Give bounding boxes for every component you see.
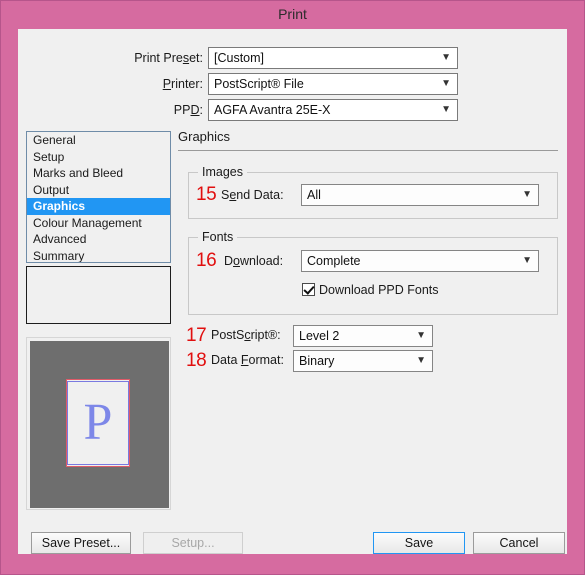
ppd-label-accel: D: [190, 103, 200, 117]
print-preset-value: [Custom]: [214, 51, 265, 65]
category-description-box: [26, 266, 171, 324]
download-label: Download:: [224, 251, 283, 271]
printer-row: Printer: PostScript® File ▼: [18, 73, 546, 95]
images-group-legend: Images: [198, 165, 247, 179]
save-preset-button[interactable]: Save Preset...: [31, 532, 131, 554]
annotation-number-18: 18: [186, 350, 207, 371]
ppd-combobox[interactable]: AGFA Avantra 25E-X ▼: [208, 99, 458, 121]
download-ppd-fonts-checkbox[interactable]: [302, 283, 315, 296]
annotation-number-17: 17: [186, 325, 207, 346]
send-data-label-post: nd Data:: [236, 188, 284, 202]
data-format-label: Data Format:: [211, 350, 284, 370]
chevron-down-icon[interactable]: ▼: [522, 251, 532, 271]
data-format-label-accel: F: [240, 353, 249, 367]
sidebar-item-general[interactable]: General: [27, 132, 170, 149]
download-ppd-fonts-label: Download PPD Fonts: [319, 283, 439, 297]
annotation-number-16: 16: [196, 250, 217, 271]
postscript-label: PostScript®:: [211, 325, 281, 345]
data-format-row: 18 Data Format: Binary ▼: [178, 350, 558, 374]
send-data-value: All: [307, 188, 321, 202]
fonts-groupbox: Fonts 16 Download: Complete ▼ Download P…: [188, 230, 558, 315]
download-label-accel: o: [233, 254, 240, 268]
download-value: Complete: [307, 254, 361, 268]
chevron-down-icon[interactable]: ▼: [416, 326, 426, 346]
printer-label-post: rinter:: [171, 77, 203, 91]
postscript-label-post: ript®:: [250, 328, 281, 342]
save-button[interactable]: Save: [373, 532, 465, 554]
download-combobox[interactable]: Complete ▼: [301, 250, 539, 272]
graphics-pane: Graphics Images 15 Send Data: All ▼ Font…: [178, 129, 558, 409]
sidebar-item-output[interactable]: Output: [27, 182, 170, 199]
preview-page-sheet: P: [66, 379, 130, 467]
window-title: Print: [278, 6, 307, 22]
preview-page-inner-bleed: P: [67, 381, 129, 465]
postscript-combobox[interactable]: Level 2 ▼: [293, 325, 433, 347]
printer-value: PostScript® File: [214, 77, 304, 91]
print-preview-panel: P: [26, 337, 171, 510]
chevron-down-icon[interactable]: ▼: [441, 100, 451, 120]
send-data-label: Send Data:: [221, 185, 284, 205]
download-label-pre: D: [224, 254, 234, 268]
chevron-down-icon[interactable]: ▼: [441, 48, 451, 68]
print-preset-label-pre: Print Pre: [134, 51, 183, 65]
sidebar-item-colour-management[interactable]: Colour Management: [27, 215, 170, 232]
ppd-label: PPD:: [18, 99, 203, 121]
download-label-post: wnload:: [239, 254, 284, 268]
print-preset-label-post: et:: [189, 51, 203, 65]
data-format-label-post: ormat:: [248, 353, 284, 367]
printer-label-accel: P: [162, 77, 172, 91]
postscript-label-pre: PostS: [211, 328, 245, 342]
pane-title-divider: [178, 150, 558, 151]
chevron-down-icon[interactable]: ▼: [441, 74, 451, 94]
annotation-number-15: 15: [196, 184, 217, 205]
ppd-label-pre: PP: [173, 103, 191, 117]
cancel-button[interactable]: Cancel: [473, 532, 565, 554]
preview-canvas: P: [30, 341, 169, 508]
print-preset-row: Print Preset: [Custom] ▼: [18, 47, 546, 69]
dialog-client-area: Print Preset: [Custom] ▼ Printer: PostSc…: [18, 29, 567, 554]
data-format-value: Binary: [299, 354, 335, 368]
ppd-value: AGFA Avantra 25E-X: [214, 103, 331, 117]
data-format-label-pre: Data: [211, 353, 241, 367]
postscript-row: 17 PostScript®: Level 2 ▼: [178, 325, 558, 349]
printer-combobox[interactable]: PostScript® File ▼: [208, 73, 458, 95]
preview-page-letter: P: [83, 394, 113, 451]
category-list[interactable]: General Setup Marks and Bleed Output Gra…: [26, 131, 171, 263]
print-preset-combobox[interactable]: [Custom] ▼: [208, 47, 458, 69]
ppd-row: PPD: AGFA Avantra 25E-X ▼: [18, 99, 546, 121]
sidebar-item-summary[interactable]: Summary: [27, 248, 170, 263]
sidebar-item-setup[interactable]: Setup: [27, 149, 170, 166]
send-data-combobox[interactable]: All ▼: [301, 184, 539, 206]
postscript-value: Level 2: [299, 329, 340, 343]
window-title-bar: Print: [1, 1, 584, 28]
download-ppd-fonts-row[interactable]: Download PPD Fonts: [302, 282, 439, 298]
print-dialog-window: Print Print Preset: [Custom] ▼ Printer: …: [0, 0, 585, 575]
fonts-group-legend: Fonts: [198, 230, 238, 244]
sidebar-item-marks-and-bleed[interactable]: Marks and Bleed: [27, 165, 170, 182]
print-preset-label: Print Preset:: [18, 47, 203, 69]
pane-title: Graphics: [178, 129, 231, 144]
printer-label: Printer:: [18, 73, 203, 95]
images-groupbox: Images 15 Send Data: All ▼: [188, 165, 558, 219]
setup-button[interactable]: Setup...: [143, 532, 243, 554]
chevron-down-icon[interactable]: ▼: [416, 351, 426, 371]
ppd-label-post: :: [199, 103, 203, 117]
sidebar-item-advanced[interactable]: Advanced: [27, 231, 170, 248]
sidebar-item-graphics[interactable]: Graphics: [27, 198, 170, 215]
data-format-combobox[interactable]: Binary ▼: [293, 350, 433, 372]
chevron-down-icon[interactable]: ▼: [522, 185, 532, 205]
